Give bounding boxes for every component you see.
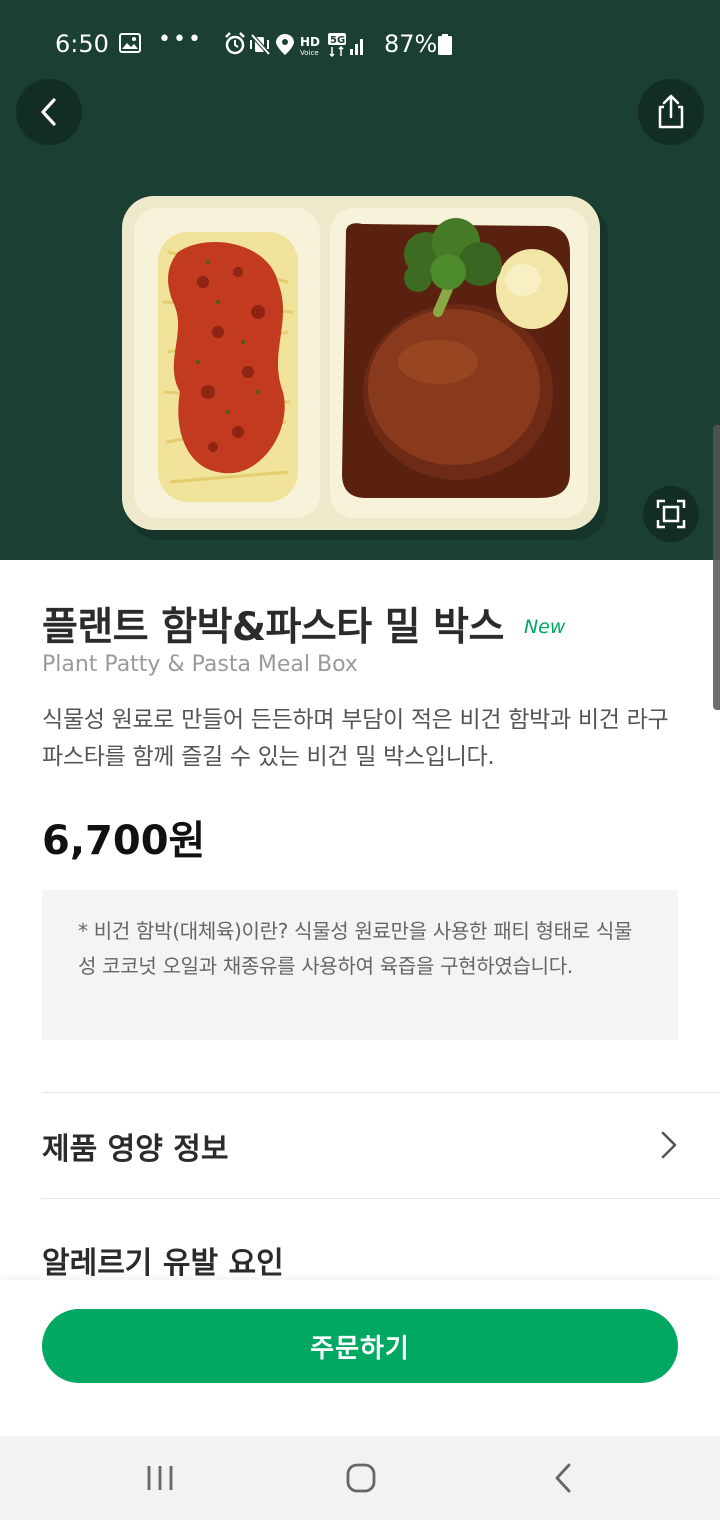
order-bar: 주문하기 [0, 1280, 720, 1436]
expand-frame-icon [656, 499, 686, 529]
nutrition-info-label: 제품 영양 정보 [42, 1132, 229, 1167]
home-icon[interactable] [341, 1458, 381, 1498]
product-price: 6,700원 [42, 818, 206, 864]
5g-icon: 5G [328, 33, 346, 57]
pasta [158, 232, 298, 502]
share-button[interactable] [638, 79, 704, 145]
divider [42, 1092, 720, 1093]
share-icon [658, 94, 684, 129]
status-icons-group: HD Voice 5G [225, 32, 363, 57]
location-icon [276, 34, 294, 55]
order-button[interactable]: 주문하기 [42, 1309, 678, 1383]
note-text: * 비건 함박(대체육)이란? 식물성 원료만을 사용한 패티 형태로 식물성 … [78, 919, 633, 978]
vibrate-icon [250, 33, 271, 56]
new-badge: New [523, 616, 566, 638]
product-english-name: Plant Patty & Pasta Meal Box [42, 652, 358, 677]
product-detail-screen: 6:50 ••• HD Voice 5G 87% 플랜트 함박&파스타 밀 박스… [0, 0, 720, 1520]
allergy-info-label: 알레르기 유발 요인 [42, 1246, 284, 1281]
allergy-info-row[interactable]: 알레르기 유발 요인 [42, 1200, 720, 1281]
divider [42, 1198, 720, 1199]
back-button[interactable] [16, 79, 82, 145]
meal-box-photo [122, 196, 608, 540]
gallery-icon [119, 33, 141, 53]
chevron-left-icon [41, 98, 56, 126]
product-info-section: 플랜트 함박&파스타 밀 박스 New Plant Patty & Pasta … [0, 560, 720, 1281]
system-navigation-bar [0, 1436, 720, 1520]
title-row: 플랜트 함박&파스타 밀 박스 New [42, 596, 565, 652]
more-notifications-indicator: ••• [158, 27, 203, 52]
nutrition-info-row[interactable]: 제품 영양 정보 [42, 1094, 720, 1198]
edge-panel-handle[interactable] [713, 425, 720, 710]
alarm-icon [225, 32, 245, 55]
hd-voice-icon: HD Voice [300, 35, 320, 57]
battery-icon [438, 34, 452, 55]
svg-text:HD: HD [300, 35, 320, 49]
status-bar: 6:50 ••• HD Voice 5G 87% [0, 0, 720, 90]
svg-text:Voice: Voice [300, 49, 319, 57]
back-nav-icon[interactable] [544, 1458, 584, 1498]
product-description: 식물성 원료로 만들어 든든하며 부담이 적은 비건 함박과 비건 라구 파스타… [42, 707, 669, 770]
chevron-right-icon [661, 1131, 677, 1159]
product-title: 플랜트 함박&파스타 밀 박스 [42, 605, 504, 650]
signal-icon [350, 39, 363, 55]
battery-percent: 87% [384, 30, 438, 58]
expand-image-button[interactable] [643, 486, 699, 542]
vegan-patty-note: * 비건 함박(대체육)이란? 식물성 원료만을 사용한 패티 형태로 식물성 … [42, 890, 678, 1040]
recent-apps-icon[interactable] [140, 1458, 180, 1498]
product-hero-image: 6:50 ••• HD Voice 5G 87% [0, 0, 720, 560]
svg-text:5G: 5G [330, 35, 345, 46]
status-time: 6:50 [55, 30, 109, 58]
